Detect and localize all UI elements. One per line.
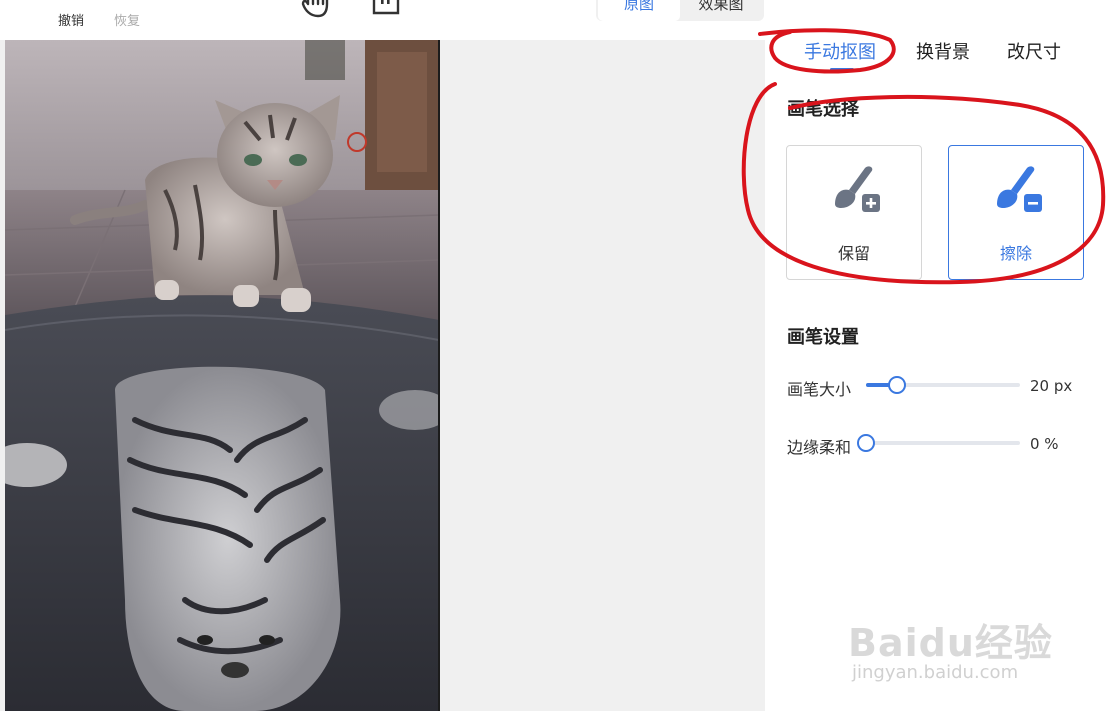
brush-keep-button[interactable]: 保留 [786, 145, 922, 280]
brush-size-slider-knob[interactable] [887, 376, 906, 394]
brush-settings-title: 画笔设置 [787, 327, 859, 348]
edge-softness-slider-knob[interactable] [857, 434, 875, 452]
tab-manual-cutout[interactable]: 手动抠图 [804, 38, 876, 64]
watermark-url: jingyan.baidu.com [852, 662, 1019, 683]
edge-softness-slider[interactable] [857, 434, 1020, 452]
view-original-button[interactable]: 原图 [598, 0, 680, 21]
brush-erase-label: 擦除 [999, 244, 1032, 263]
view-toggle: 原图 效果图 [596, 0, 764, 21]
brush-select-title: 画笔选择 [787, 99, 859, 120]
edge-softness-value: 0 % [1030, 435, 1059, 453]
photo-edge [438, 40, 440, 711]
view-result-button[interactable]: 效果图 [680, 0, 762, 21]
save-icon[interactable] [371, 0, 401, 16]
edge-softness-label: 边缘柔和 [787, 438, 852, 457]
brush-keep-label: 保留 [837, 244, 870, 263]
top-toolbar: 撤销 恢复 原图 效果图 [0, 0, 765, 40]
brush-size-label: 画笔大小 [787, 380, 852, 399]
brush-erase-button[interactable]: 擦除 [948, 145, 1084, 280]
brush-erase-icon [997, 166, 1042, 212]
brush-cursor [347, 132, 367, 152]
hand-pan-icon[interactable] [300, 0, 334, 18]
watermark-logo: Baidu经验 [848, 621, 1053, 665]
tab-resize[interactable]: 改尺寸 [1007, 38, 1061, 64]
active-tab-indicator [830, 68, 854, 71]
brush-keep-icon [835, 166, 880, 212]
brush-size-value: 20 px [1030, 377, 1073, 395]
kitten-tiger-photo [5, 40, 439, 711]
redo-button[interactable]: 恢复 [114, 10, 140, 29]
photo-canvas[interactable] [5, 40, 439, 711]
brush-size-slider[interactable] [866, 376, 1020, 394]
undo-button[interactable]: 撤销 [58, 10, 84, 29]
canvas-area[interactable] [0, 40, 765, 711]
tab-change-background[interactable]: 换背景 [916, 38, 970, 64]
